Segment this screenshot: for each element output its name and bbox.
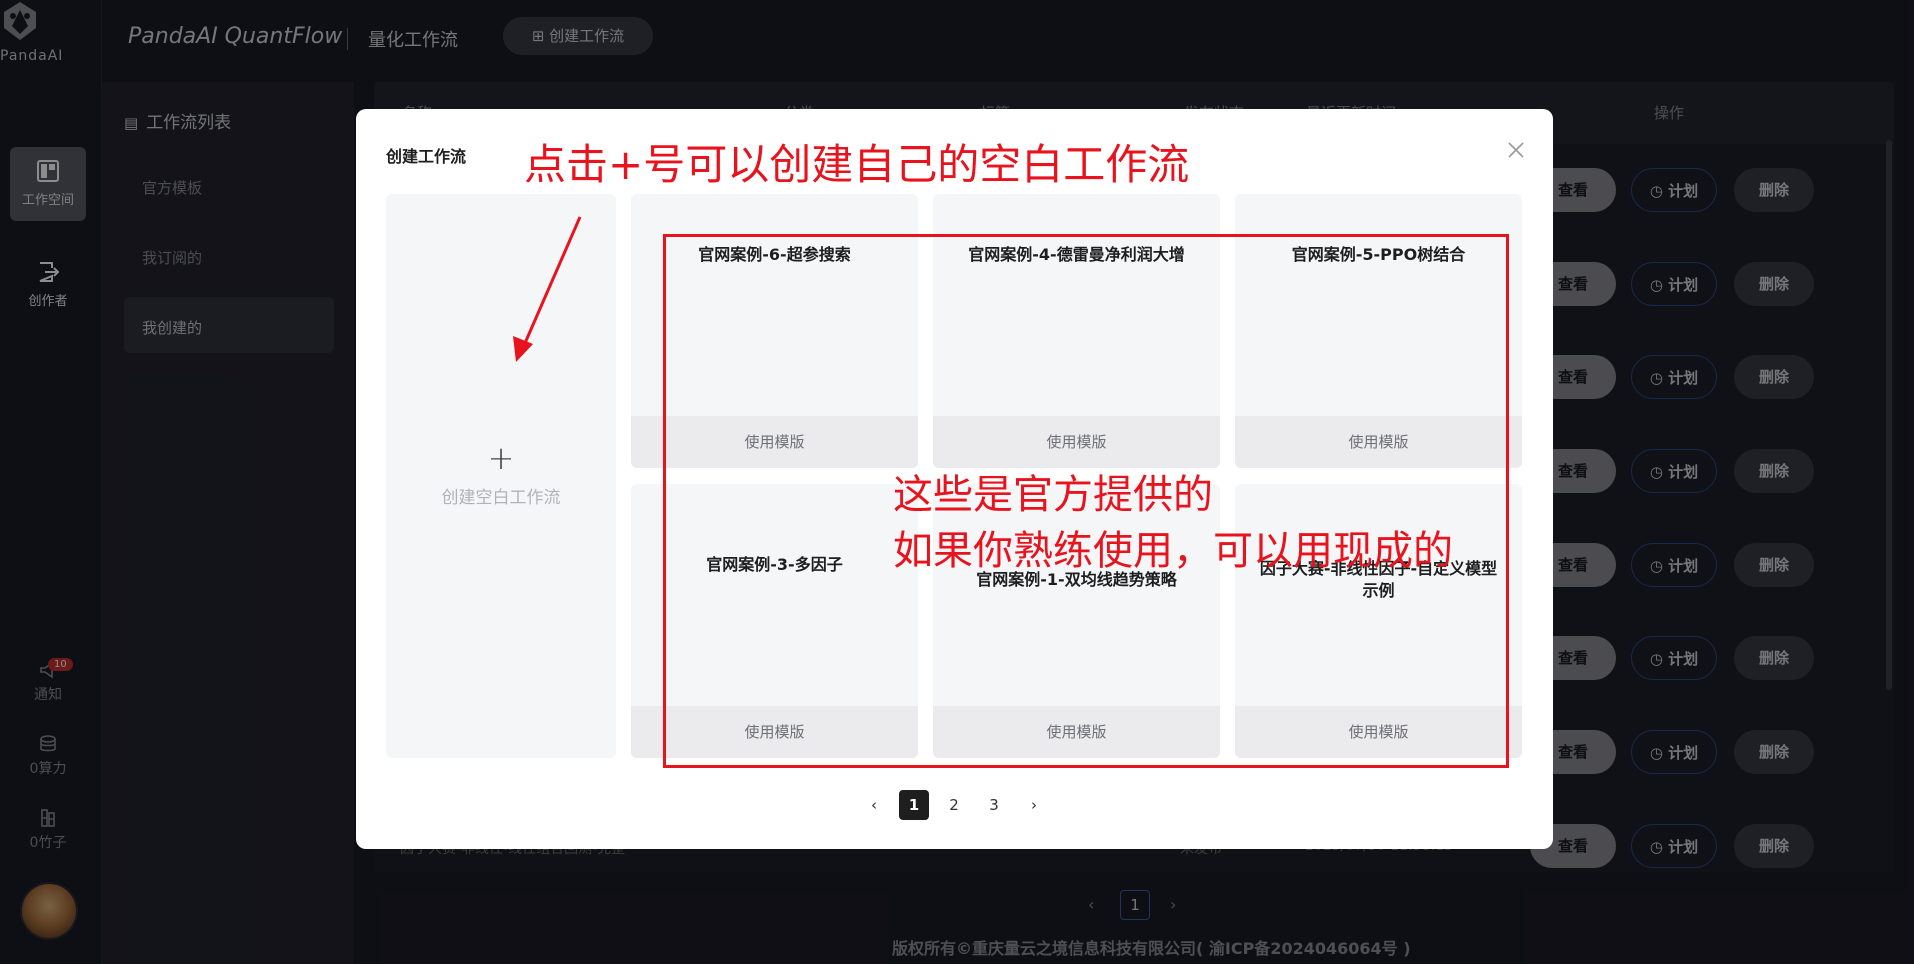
annotation-note-line2: 如果你熟练使用，可以用现成的: [893, 528, 1453, 574]
modal-prev-page-icon[interactable]: ‹: [866, 790, 882, 820]
create-blank-label: 创建空白工作流: [441, 488, 561, 508]
modal-page-1-button[interactable]: 1: [899, 790, 929, 820]
close-icon[interactable]: [1506, 140, 1526, 160]
annotation-note-blank: 点击+号可以创建自己的空白工作流: [524, 140, 1190, 189]
plus-icon: +: [487, 439, 515, 477]
modal-page-2-button[interactable]: 2: [939, 790, 969, 820]
annotation-note-line1: 这些是官方提供的: [893, 472, 1213, 518]
modal-page-3-button[interactable]: 3: [979, 790, 1009, 820]
modal-next-page-icon[interactable]: ›: [1026, 790, 1042, 820]
modal-title: 创建工作流: [386, 147, 467, 166]
annotation-note-templates: 这些是官方提供的 如果你熟练使用，可以用现成的: [893, 467, 1453, 579]
annotation-arrow-icon: [513, 216, 582, 362]
